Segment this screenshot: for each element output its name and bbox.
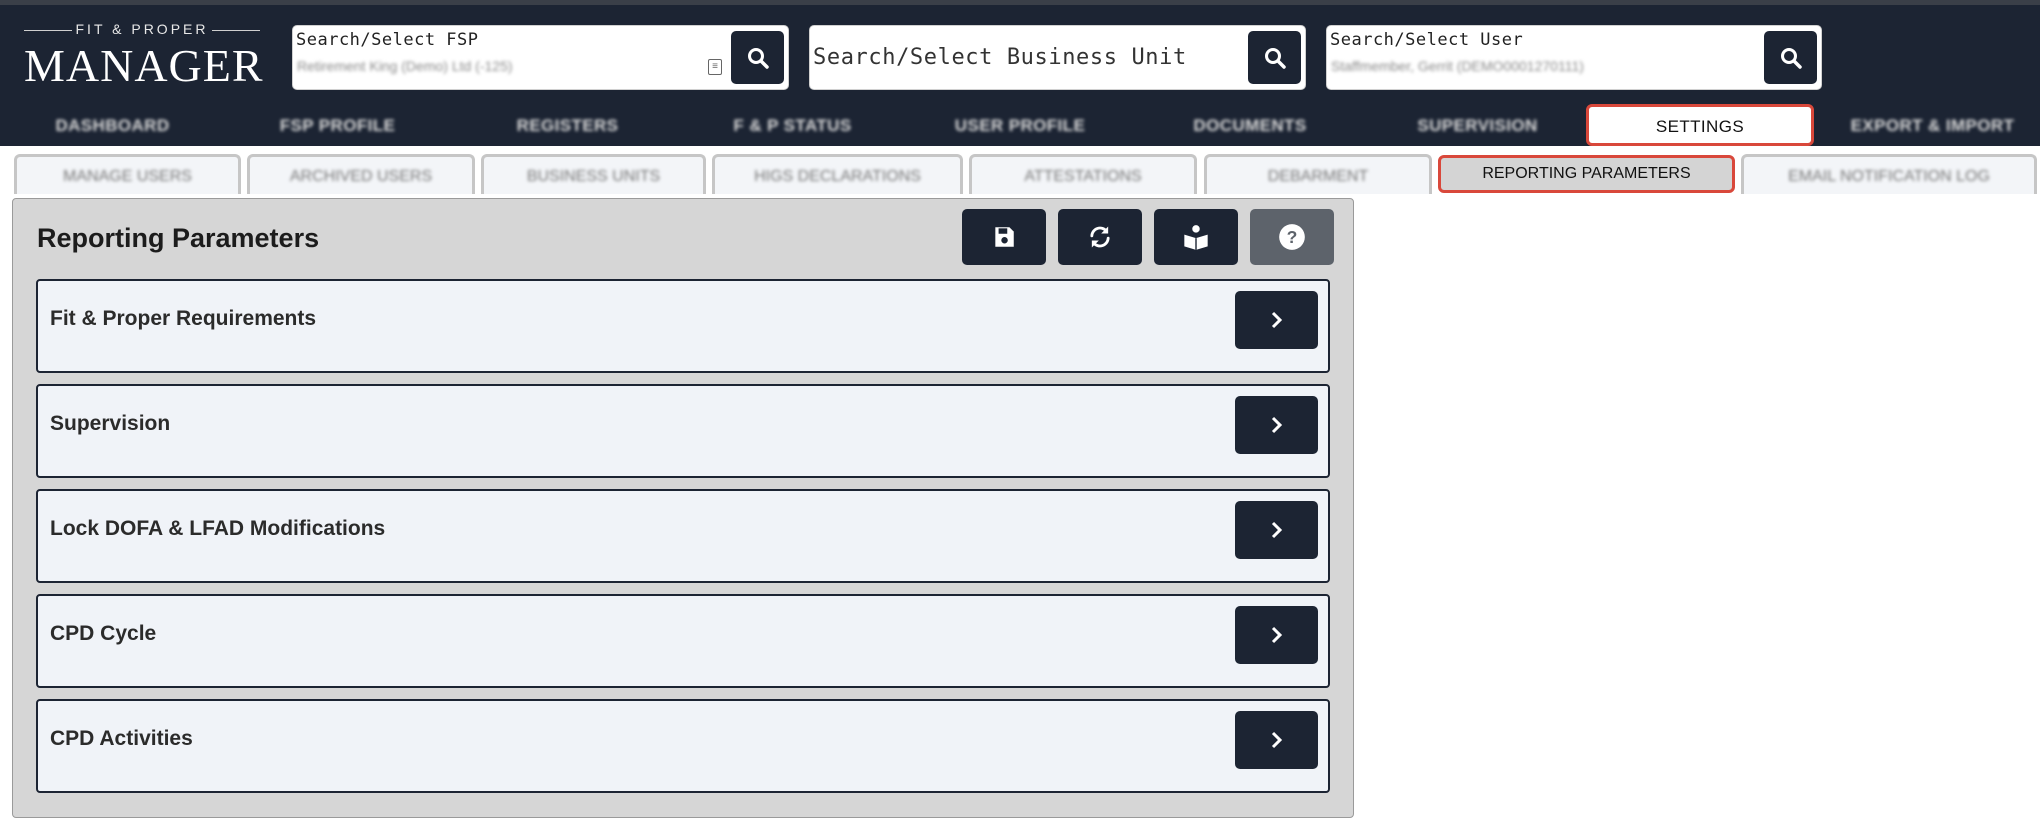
search-icon xyxy=(1780,47,1802,69)
search-icon xyxy=(1264,47,1286,69)
empty-content-area xyxy=(1355,198,2040,803)
subtab-archived-users[interactable]: ARCHIVED USERS xyxy=(247,154,475,194)
section-cpd-activities[interactable]: CPD Activities xyxy=(36,699,1330,793)
main-nav: DASHBOARD FSP PROFILE REGISTERS F & P ST… xyxy=(0,104,2040,146)
app-logo: FIT & PROPER MANAGER xyxy=(24,21,263,91)
fsp-search-box[interactable]: Search/Select FSP Retirement King (Demo)… xyxy=(292,25,789,90)
chevron-right-icon xyxy=(1271,416,1282,434)
search-icon xyxy=(747,47,769,69)
expand-button[interactable] xyxy=(1235,501,1318,559)
subtab-label: DEBARMENT xyxy=(1267,168,1369,185)
top-bar: FIT & PROPER MANAGER Search/Select FSP R… xyxy=(0,0,2040,106)
subtab-label: REPORTING PARAMETERS xyxy=(1482,165,1691,182)
subtab-manage-users[interactable]: MANAGE USERS xyxy=(14,154,241,194)
business-unit-search-box[interactable]: Search/Select Business Unit xyxy=(809,25,1306,90)
subtab-label: ATTESTATIONS xyxy=(1024,168,1142,185)
section-label: Supervision xyxy=(50,412,171,435)
section-fit-proper-requirements[interactable]: Fit & Proper Requirements xyxy=(36,279,1330,373)
save-icon xyxy=(995,227,1014,247)
business-unit-search-button[interactable] xyxy=(1248,31,1301,84)
svg-text:?: ? xyxy=(1287,227,1298,247)
expand-button[interactable] xyxy=(1235,711,1318,769)
subtab-label: HIGS DECLARATIONS xyxy=(754,168,921,185)
fsp-search-caption: Search/Select FSP xyxy=(296,30,479,50)
section-label: Lock DOFA & LFAD Modifications xyxy=(50,517,386,540)
manual-button[interactable] xyxy=(1154,209,1238,265)
book-reader-icon xyxy=(1184,225,1208,250)
subtab-label: BUSINESS UNITS xyxy=(526,168,661,185)
user-search-caption: Search/Select User xyxy=(1330,30,1524,50)
refresh-button[interactable] xyxy=(1058,209,1142,265)
nav-settings[interactable]: SETTINGS xyxy=(1586,104,1814,146)
help-button[interactable]: ? xyxy=(1250,209,1334,265)
reporting-parameters-panel: Reporting Parameters ? Fit & Proper Requ… xyxy=(12,198,1354,818)
chevron-right-icon xyxy=(1271,311,1282,329)
expand-button[interactable] xyxy=(1235,396,1318,454)
nav-user-profile[interactable]: USER PROFILE xyxy=(915,106,1125,146)
section-label: CPD Activities xyxy=(50,727,193,750)
section-label: CPD Cycle xyxy=(50,622,157,645)
nav-registers[interactable]: REGISTERS xyxy=(465,106,670,146)
user-search-box[interactable]: Search/Select User Staffmember, Gerrit (… xyxy=(1326,25,1822,90)
nav-fp-status[interactable]: F & P STATUS xyxy=(690,106,895,146)
subtab-label: ARCHIVED USERS xyxy=(289,168,433,185)
nav-documents[interactable]: DOCUMENTS xyxy=(1145,106,1355,146)
subtab-reporting-parameters[interactable]: REPORTING PARAMETERS xyxy=(1438,155,1735,193)
expand-button[interactable] xyxy=(1235,606,1318,664)
subtab-attestations[interactable]: ATTESTATIONS xyxy=(969,154,1197,194)
section-label: Fit & Proper Requirements xyxy=(50,307,317,330)
expand-button[interactable] xyxy=(1235,291,1318,349)
section-supervision[interactable]: Supervision xyxy=(36,384,1330,478)
nav-export-import[interactable]: EXPORT & IMPORT xyxy=(1830,106,2035,146)
chevron-right-icon xyxy=(1271,626,1282,644)
subtab-label: MANAGE USERS xyxy=(63,168,192,185)
business-unit-search-input[interactable]: Search/Select Business Unit xyxy=(813,45,1187,70)
chevron-right-icon xyxy=(1271,731,1282,749)
user-search-value[interactable]: Staffmember, Gerrit (DEMO0001270111) xyxy=(1331,58,1584,74)
section-lock-dofa-lfad[interactable]: Lock DOFA & LFAD Modifications xyxy=(36,489,1330,583)
user-search-button[interactable] xyxy=(1764,31,1817,84)
clipboard-icon[interactable]: ≡ xyxy=(708,59,722,75)
help-icon: ? xyxy=(1279,224,1305,250)
chevron-right-icon xyxy=(1271,521,1282,539)
subtab-debarment[interactable]: DEBARMENT xyxy=(1204,154,1432,194)
refresh-icon xyxy=(1090,226,1110,248)
save-button[interactable] xyxy=(962,209,1046,265)
nav-fsp-profile[interactable]: FSP PROFILE xyxy=(235,106,440,146)
logo-name: MANAGER xyxy=(24,40,264,91)
subtab-business-units[interactable]: BUSINESS UNITS xyxy=(481,154,706,194)
section-cpd-cycle[interactable]: CPD Cycle xyxy=(36,594,1330,688)
settings-subnav: MANAGE USERS ARCHIVED USERS BUSINESS UNI… xyxy=(0,146,2040,198)
subtab-higs-declarations[interactable]: HIGS DECLARATIONS xyxy=(712,154,963,194)
subtab-label: EMAIL NOTIFICATION LOG xyxy=(1788,168,1990,185)
nav-supervision[interactable]: SUPERVISION xyxy=(1375,106,1580,146)
logo-tagline: FIT & PROPER xyxy=(24,21,260,37)
fsp-search-value[interactable]: Retirement King (Demo) Ltd (-125) xyxy=(297,58,513,74)
fsp-search-button[interactable] xyxy=(731,31,784,84)
nav-dashboard[interactable]: DASHBOARD xyxy=(10,106,215,146)
page-title: Reporting Parameters xyxy=(37,223,320,253)
subtab-email-notification-log[interactable]: EMAIL NOTIFICATION LOG xyxy=(1741,154,2037,194)
